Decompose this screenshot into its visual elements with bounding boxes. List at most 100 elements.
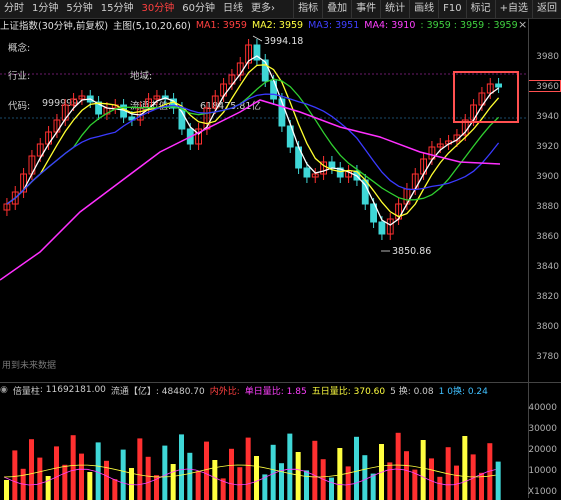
volume-tick: 30000	[528, 424, 557, 434]
price-tick: 3900	[536, 172, 559, 182]
volume-bar	[112, 479, 118, 500]
volume-bars	[4, 432, 501, 500]
one-turnover: 1 0换: 0.24	[438, 386, 488, 397]
volume-bar	[254, 456, 259, 500]
candle	[495, 83, 502, 88]
volume-axis: 40000 30000 20000 10000 X1000	[528, 397, 561, 500]
period-tab[interactable]: 日线	[219, 0, 247, 18]
price-tick: 3960	[536, 82, 559, 92]
price-tick: 3920	[536, 142, 559, 152]
high-arrow	[252, 35, 263, 42]
toolbar-button[interactable]: 画线	[409, 0, 438, 18]
ma3-value: MA3: 3951	[308, 19, 360, 31]
volume-bar	[29, 439, 34, 500]
volume-bar	[345, 466, 351, 500]
volume-tick: 40000	[528, 403, 557, 413]
ma1-value: MA1: 3959	[195, 19, 247, 31]
volume-bar	[270, 444, 276, 500]
price-axis: 3980 3960 3940 3920 3900 3880 3860 3840 3820 3800…	[528, 32, 561, 382]
volume-bar	[204, 441, 209, 500]
toolbar-button[interactable]: 返回	[532, 0, 561, 18]
period-tab[interactable]: 更多›	[247, 0, 279, 18]
volume-bar	[354, 436, 359, 500]
volume-tick: 20000	[528, 445, 557, 455]
ma2-line	[6, 64, 500, 218]
volume-bar	[187, 452, 193, 500]
volume-bar	[145, 456, 151, 500]
volume-bar	[312, 440, 318, 500]
ma1-line	[6, 55, 499, 226]
high-annotation: 3994.18	[264, 36, 303, 47]
volume-bar	[370, 473, 376, 500]
period-tab[interactable]: 分时	[0, 0, 28, 18]
candle	[303, 167, 311, 178]
volume-bar	[495, 461, 501, 500]
price-tick: 3780	[536, 352, 559, 362]
ma2-value: MA2: 3959	[251, 19, 304, 31]
future-data-note: 用到未来数据	[2, 359, 56, 371]
price-tick: 3880	[536, 202, 559, 212]
volume-bar	[120, 449, 126, 500]
close-icon[interactable]: ×	[518, 18, 527, 31]
toolbar-button[interactable]: 统计	[380, 0, 409, 18]
price-tick: 3800	[536, 322, 559, 332]
single-day-ratio: 单日量比: 1.85	[244, 386, 307, 397]
period-tab[interactable]: 1分钟	[28, 0, 62, 18]
volume-bar	[287, 433, 293, 500]
period-tab[interactable]: 30分钟	[137, 0, 178, 18]
volume-bar	[295, 452, 301, 500]
period-tab[interactable]: 15分钟	[97, 0, 138, 18]
volume-label: 倍量柱	[12, 386, 40, 397]
five-day-ratio: 五日量比: 370.60	[311, 386, 386, 397]
ma3-line	[6, 93, 500, 205]
candle	[378, 221, 386, 235]
price-tick: 3840	[536, 262, 559, 272]
candlestick-chart[interactable]: 3994.18 3850.86 用到未来数据	[0, 32, 528, 382]
volume-bar	[37, 457, 43, 500]
period-tab[interactable]: 60分钟	[178, 0, 219, 18]
volume-bar	[237, 467, 243, 500]
toolbar-button[interactable]: +自选	[494, 0, 532, 18]
volume-bar	[95, 442, 101, 500]
toolbar-button[interactable]: 叠加	[322, 0, 351, 18]
toolbar-button[interactable]: 标记	[465, 0, 495, 18]
volume-bar	[162, 445, 168, 500]
volume-tick: 10000	[528, 466, 557, 476]
candle	[328, 161, 336, 169]
volume-chart[interactable]	[0, 397, 528, 500]
volume-bar	[170, 464, 176, 500]
ma4-value: MA4: 3910	[364, 19, 416, 31]
inout-ratio: 内外比:	[209, 386, 240, 397]
volume-bar	[420, 440, 426, 500]
volume-bar	[362, 455, 368, 500]
volume-bar	[337, 448, 343, 500]
chart-header: 上证指数(30分钟,前复权) 主图(5,10,20,60) MA1: 3959 …	[0, 18, 528, 33]
toolbar-button[interactable]: F10	[438, 0, 465, 18]
volume-bar	[279, 463, 284, 500]
chart-indicator-label[interactable]: 主图(5,10,20,60)	[113, 18, 191, 32]
period-tab[interactable]: 5分钟	[62, 0, 96, 18]
toolbar-button[interactable]: 指标	[293, 0, 322, 18]
price-tick: 3860	[536, 232, 559, 242]
five-turnover: 5 换: 0.08	[390, 386, 434, 397]
period-toolbar: 分时 1分钟 5分钟 15分钟 30分钟 60分钟 日线 更多› 指标 叠加 事件 统计 画线 F10 标…	[0, 0, 561, 19]
volume-bar	[54, 446, 59, 500]
toolbar-button[interactable]: 事件	[351, 0, 380, 18]
volume-header: ◉ 倍量柱 : 11692181.00 流通【亿】: 48480.70 内外比:…	[0, 383, 561, 397]
volume-bar	[12, 450, 18, 500]
volume-bar	[4, 480, 9, 500]
volume-bar	[454, 465, 459, 500]
highlight-box	[453, 71, 519, 123]
period-tabs: 分时 1分钟 5分钟 15分钟 30分钟 60分钟 日线 更多›	[0, 0, 279, 18]
volume-bar	[179, 434, 184, 500]
volume-bar	[387, 462, 393, 500]
volume-tick: X1000	[527, 487, 557, 497]
toolbar-right-menu: 指标 叠加 事件 统计 画线 F10 标记 +自选 返回	[293, 0, 561, 18]
volume-bar	[395, 432, 401, 500]
volume-bar	[304, 470, 309, 500]
volume-value: : 11692181.00	[39, 385, 106, 395]
price-tick: 3980	[536, 52, 559, 62]
volume-bar	[329, 477, 334, 500]
low-annotation: 3850.86	[392, 246, 431, 257]
volume-bar	[437, 476, 443, 500]
